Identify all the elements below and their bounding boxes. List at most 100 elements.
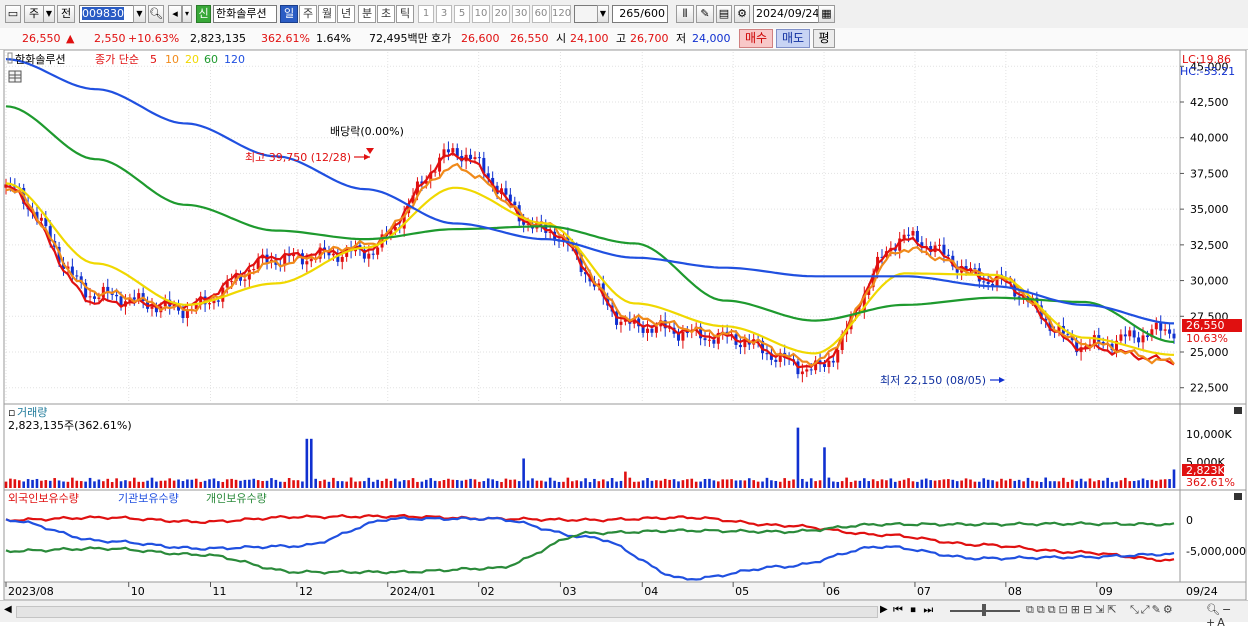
market-dropdown-icon[interactable]: ▼ — [43, 5, 55, 23]
playback-controls-icon[interactable]: ⏮ ⏹ ⏭ — [893, 603, 935, 617]
save-icon[interactable]: ▤ — [716, 5, 732, 23]
volume-bar — [163, 480, 167, 488]
scroll-right-icon[interactable]: ▶ — [880, 604, 888, 615]
volume-close-icon[interactable] — [1234, 407, 1242, 414]
volume-bar — [1053, 481, 1056, 488]
volume-bar — [398, 481, 402, 488]
period-second[interactable]: 초 — [377, 5, 395, 23]
candle-body — [703, 338, 707, 341]
volume-bar — [761, 481, 764, 488]
bottom-scrollbar[interactable]: ◀ ▶ ⏮ ⏹ ⏭ ⧉⧉⧉⊡⊞⊟⇲⇱ ⤡⤢✎⚙ 🔍︎−+A — [0, 600, 1248, 629]
stock-code-input[interactable]: 009830 — [79, 5, 134, 23]
hc-label: HC:-33.21 — [1180, 65, 1235, 78]
code-dropdown-icon[interactable]: ▼ — [133, 5, 146, 23]
volume-bar — [535, 480, 539, 488]
period-month[interactable]: 월 — [318, 5, 336, 23]
gear-icon[interactable]: ⚙ — [734, 5, 750, 23]
open-label: 시 — [556, 32, 567, 45]
buy-button[interactable]: 매수 — [739, 29, 773, 48]
candle-body — [469, 154, 473, 160]
candle-icon[interactable]: ⫴ — [676, 5, 694, 23]
volume-bar — [221, 481, 225, 488]
x-tick-label: 06 — [826, 585, 840, 598]
period-minute[interactable]: 분 — [358, 5, 376, 23]
zoom-controls-icon[interactable]: 🔍︎−+A — [1206, 603, 1248, 629]
volume-bar — [619, 480, 623, 488]
legend-stock-name: 한화솔루션 — [15, 53, 66, 66]
sell-button[interactable]: 매도 — [776, 29, 810, 48]
volume-bar — [659, 480, 663, 488]
volume-bar — [593, 478, 596, 488]
volume-bar — [805, 481, 809, 488]
period-tick-label: 틱 — [399, 7, 411, 20]
period-tick[interactable]: 틱 — [396, 5, 414, 23]
toolbar: ▭ 주 ▼ 전 009830 ▼ 🔍︎ ◂ ▾ 신 한화솔루션 일 주 월 년 … — [0, 0, 1248, 29]
holding-close-icon[interactable] — [1234, 493, 1242, 500]
volume-bar — [336, 481, 340, 488]
candle-body — [376, 247, 380, 255]
scroll-track[interactable] — [16, 606, 878, 618]
bar-count-field[interactable]: 265/600 — [612, 5, 668, 23]
volume-bar — [814, 481, 817, 488]
drawing-tools-icon[interactable]: ⤡⤢✎⚙ — [1130, 603, 1175, 617]
speaker-icon[interactable]: ◂ — [168, 5, 182, 23]
interval-dropdown-icon[interactable]: ▼ — [597, 5, 609, 23]
interval-3[interactable]: 3 — [436, 5, 452, 23]
candle-body — [340, 256, 344, 262]
date-input[interactable]: 2024/09/24 — [753, 5, 819, 23]
volume-bar — [327, 481, 331, 488]
interval-30[interactable]: 30 — [512, 5, 530, 23]
low-note: 최저 22,150 (08/05) — [880, 374, 986, 387]
period-week-label: 주 — [302, 7, 314, 20]
volume-bar — [230, 478, 233, 488]
volume-bar — [71, 477, 74, 488]
candle-body — [97, 297, 101, 299]
volume-bar — [1115, 481, 1118, 488]
zoom-slider-handle[interactable] — [982, 604, 986, 616]
candle-body — [1141, 335, 1145, 343]
window-icon[interactable]: ▭ — [5, 5, 21, 23]
price-change-pct: +10.63% — [128, 32, 180, 45]
view-tools-icon[interactable]: ⧉⧉⧉⊡⊞⊟⇲⇱ — [1026, 603, 1120, 617]
draw-tool-icon[interactable]: ✎ — [696, 5, 714, 23]
candle-body — [216, 300, 220, 302]
period-year[interactable]: 년 — [337, 5, 355, 23]
market-select[interactable]: 주 — [24, 5, 44, 23]
volume-bar — [451, 479, 455, 488]
volume-bar — [495, 480, 499, 488]
volume-bar — [1159, 479, 1163, 488]
volume-bar — [712, 480, 716, 488]
interval-20[interactable]: 20 — [492, 5, 510, 23]
volume-bar — [318, 481, 322, 488]
interval-1[interactable]: 1 — [418, 5, 434, 23]
prev-button[interactable]: 전 — [57, 5, 75, 23]
candle-body — [712, 339, 716, 344]
scroll-left-icon[interactable]: ◀ — [4, 604, 12, 615]
volume-bar — [721, 479, 725, 488]
interval-120[interactable]: 120 — [551, 5, 571, 23]
candle-body — [1168, 329, 1172, 334]
volume-bar — [960, 480, 963, 488]
interval-5[interactable]: 5 — [454, 5, 470, 23]
volume-bar — [172, 480, 176, 488]
bid-price: 26,550 — [510, 32, 549, 45]
new-badge[interactable]: 신 — [196, 5, 211, 23]
volume-bar — [287, 478, 291, 488]
candle-body — [371, 253, 375, 255]
period-day[interactable]: 일 — [280, 5, 298, 23]
candle-body — [685, 332, 689, 334]
volume-bar — [248, 479, 251, 488]
period-month-label: 월 — [321, 7, 333, 20]
eval-button[interactable]: 평 — [813, 29, 835, 48]
candle-body — [765, 353, 769, 355]
interval-10[interactable]: 10 — [472, 5, 490, 23]
chart-area[interactable]: 45,00042,50040,00037,50035,00032,50030,0… — [0, 50, 1248, 601]
period-week[interactable]: 주 — [299, 5, 317, 23]
volume-bar — [544, 481, 548, 488]
calendar-icon[interactable]: ▦ — [818, 5, 835, 23]
search-icon[interactable]: 🔍︎ — [148, 5, 164, 23]
volume-bar — [363, 481, 366, 488]
speaker-dropdown-icon[interactable]: ▾ — [182, 5, 192, 23]
interval-60[interactable]: 60 — [532, 5, 550, 23]
volume-bar — [809, 478, 813, 488]
